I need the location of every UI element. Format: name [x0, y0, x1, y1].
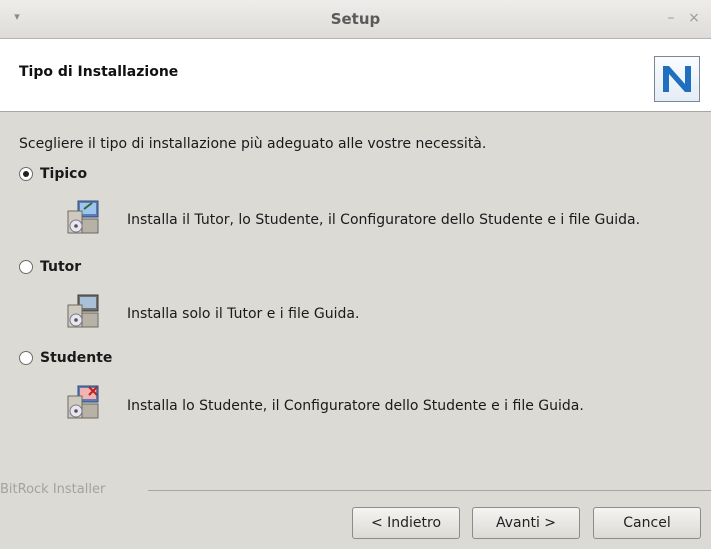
setup-window: ▾ Setup – × Tipo di Installazione Scegli… — [0, 0, 711, 549]
title-bar[interactable]: ▾ Setup – × — [0, 0, 711, 39]
app-logo — [654, 56, 700, 102]
next-button[interactable]: Avanti > — [472, 507, 580, 539]
option-description: Installa il Tutor, lo Studente, il Confi… — [127, 212, 641, 228]
minimize-icon[interactable]: – — [663, 10, 679, 26]
installer-package-icon — [67, 200, 99, 234]
radio-tutor[interactable] — [19, 260, 33, 274]
close-icon[interactable]: × — [686, 10, 702, 26]
installer-package-icon — [67, 294, 99, 328]
window-title: Setup — [330, 10, 381, 28]
radio-studente[interactable] — [19, 351, 33, 365]
option-description: Installa lo Studente, il Configuratore d… — [127, 398, 584, 414]
option-label: Tipico — [40, 166, 88, 182]
header-panel: Tipo di Installazione — [0, 39, 711, 112]
option-description: Installa solo il Tutor e i file Guida. — [127, 306, 360, 322]
installer-brand: BitRock Installer — [0, 482, 106, 497]
footer-divider — [148, 490, 711, 491]
back-button[interactable]: < Indietro — [352, 507, 460, 539]
radio-tipico[interactable] — [19, 167, 33, 181]
logo-n-icon — [663, 66, 691, 92]
option-label: Studente — [40, 350, 113, 366]
instruction-text: Scegliere il tipo di installazione più a… — [19, 136, 487, 152]
option-label: Tutor — [40, 259, 82, 275]
installer-package-icon — [67, 385, 99, 419]
cancel-button[interactable]: Cancel — [593, 507, 701, 539]
page-title: Tipo di Installazione — [19, 64, 179, 80]
